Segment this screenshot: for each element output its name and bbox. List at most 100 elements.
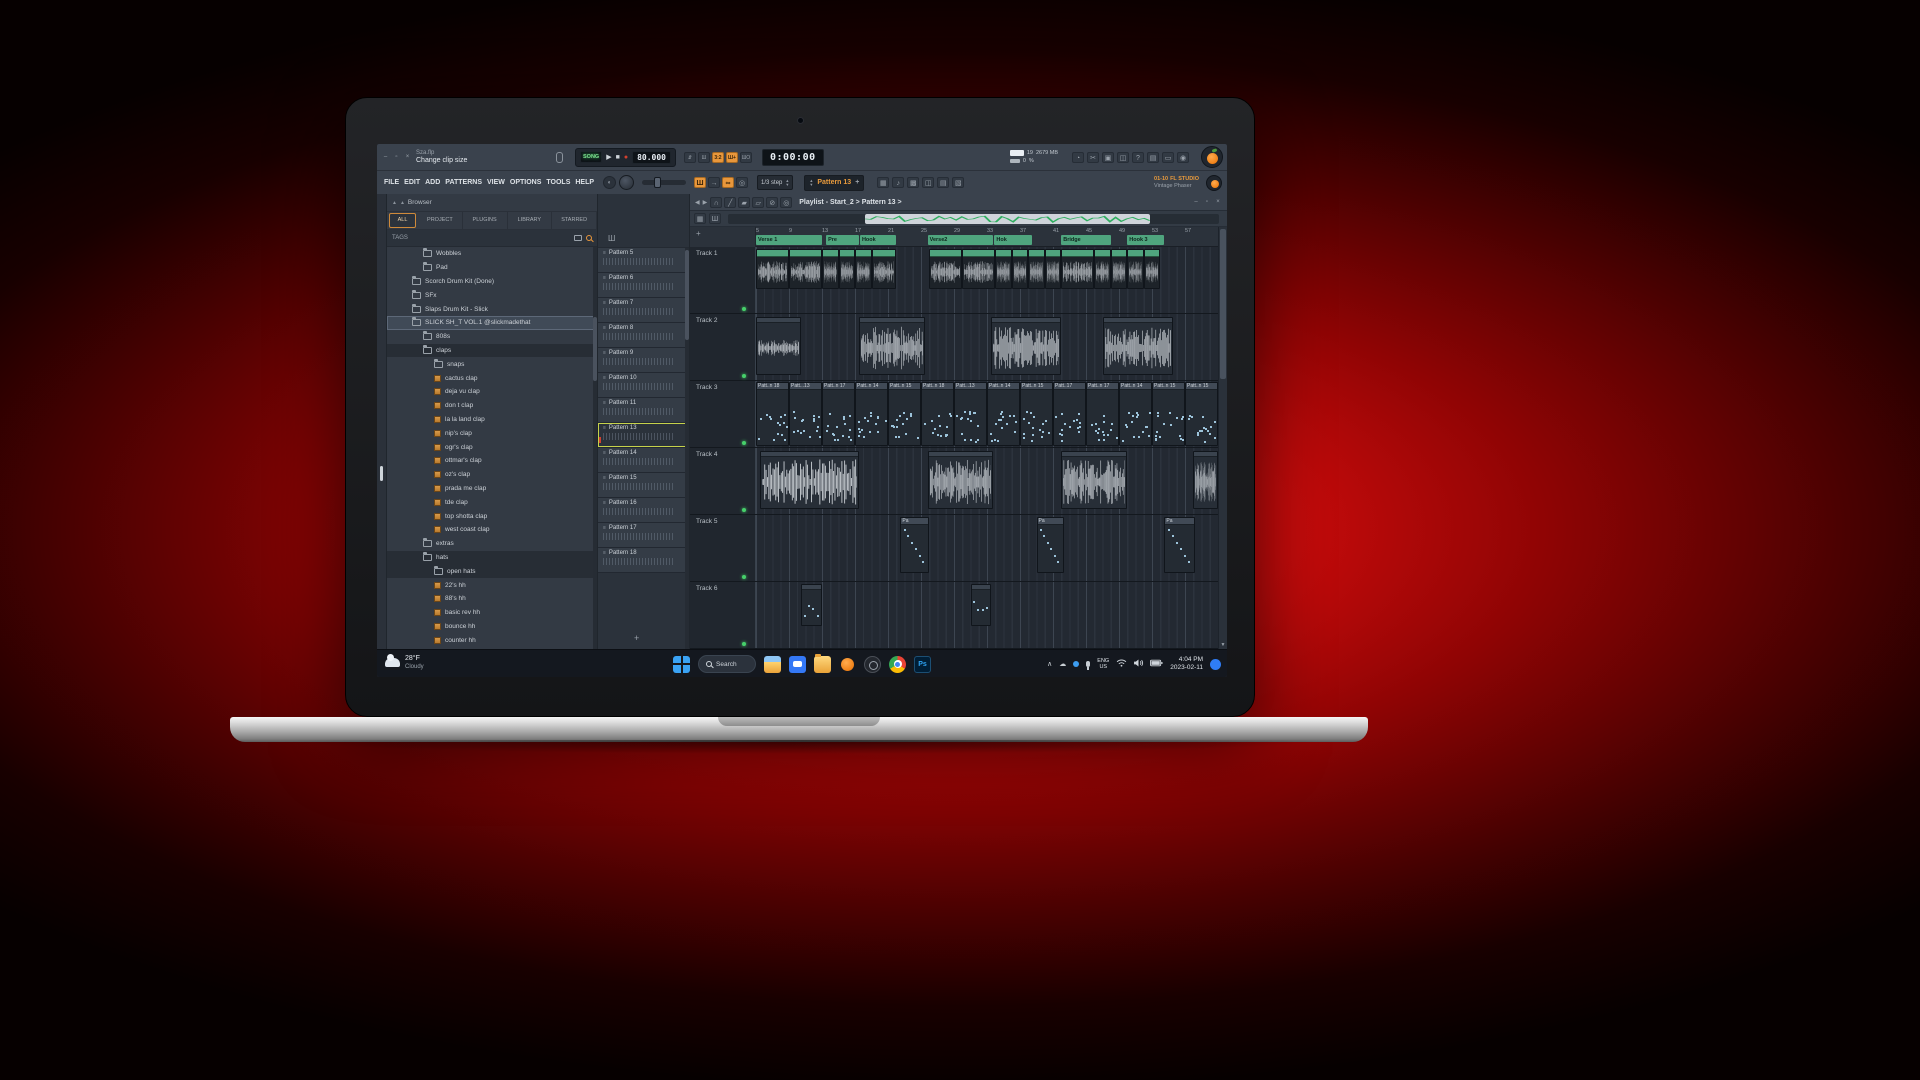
stop-button[interactable]: ■	[616, 154, 620, 161]
clip-green[interactable]	[872, 249, 897, 289]
folder-item[interactable]: SLICK SH_T VOL.1 @slickmadethat	[387, 316, 597, 330]
song-mode-toggle[interactable]: SONG	[580, 151, 602, 163]
track-lane[interactable]: Patt..n 18Patt...13Patt..n 17Patt..n 14P…	[756, 381, 1218, 447]
clip-midi[interactable]: Patt..17	[1053, 382, 1086, 446]
clip-midi-stairs[interactable]: Pa	[1037, 517, 1064, 573]
file-item[interactable]: basic rev hh	[387, 606, 597, 620]
maximize-button[interactable]: ▫	[1203, 199, 1211, 205]
section-marker[interactable]: Verse 1	[756, 235, 822, 245]
browser-view-icon[interactable]: ▤	[937, 177, 949, 188]
pattern-row[interactable]: ≡Pattern 7	[598, 298, 689, 323]
pattern-row[interactable]: ≡Pattern 6	[598, 273, 689, 298]
slider-thumb[interactable]	[654, 177, 661, 188]
bluetooth-icon[interactable]	[1073, 661, 1079, 667]
clip-green[interactable]	[1111, 249, 1128, 289]
folder-filter-icon[interactable]	[574, 235, 582, 241]
file-item[interactable]: don t clap	[387, 399, 597, 413]
file-item[interactable]: prada me clap	[387, 482, 597, 496]
clip-audio[interactable]	[859, 317, 925, 375]
expand-icon[interactable]: ▲	[400, 200, 405, 206]
clip-green[interactable]	[756, 249, 789, 289]
chevron-down-icon[interactable]: ▲▼	[785, 179, 789, 187]
language-switcher[interactable]: ENG US	[1097, 658, 1109, 670]
metronome-button[interactable]: 3:2	[712, 152, 724, 163]
clip-green[interactable]	[1045, 249, 1062, 289]
play-button[interactable]: ▶	[606, 153, 611, 161]
track-header[interactable]: Track 3	[690, 381, 756, 447]
clip-audio[interactable]	[1193, 451, 1218, 509]
history-icon[interactable]: ◔	[1072, 152, 1084, 163]
clip-midi-stairs[interactable]: Pa	[1164, 517, 1195, 573]
menu-tools[interactable]: TOOLS	[544, 179, 572, 186]
scroll-lock-button[interactable]: ⇵	[684, 152, 696, 163]
record-button[interactable]: ●	[624, 154, 628, 161]
pattern-scrollbar[interactable]	[685, 248, 689, 649]
file-item[interactable]: bounce hh	[387, 620, 597, 634]
tab-starred[interactable]: STARRED	[552, 212, 597, 229]
timeline-ruler[interactable]: 5913172125293337414549535761Verse 1PreHo…	[756, 227, 1218, 247]
section-marker[interactable]: Hook	[860, 235, 896, 245]
onedrive-icon[interactable]: ☁	[1059, 660, 1066, 668]
search-icon[interactable]	[586, 235, 592, 241]
notification-badge[interactable]	[1210, 659, 1221, 670]
pattern-row[interactable]: ≡Pattern 18	[598, 548, 689, 573]
battery-icon[interactable]	[1150, 659, 1163, 669]
file-item[interactable]: cactus clap	[387, 371, 597, 385]
chevron-up-icon[interactable]: ∧	[1047, 660, 1052, 668]
clip-green[interactable]	[1144, 249, 1161, 289]
pattern-row[interactable]: ≡Pattern 16	[598, 498, 689, 523]
scrollbar-thumb[interactable]	[685, 250, 689, 340]
track-lane[interactable]: PaPaPa	[756, 515, 1218, 581]
file-item[interactable]: top shotta clap	[387, 509, 597, 523]
pattern-row[interactable]: ≡Pattern 14	[598, 448, 689, 473]
add-pattern-quick-button[interactable]: +	[855, 179, 859, 186]
clip-midi[interactable]: Patt..n 17	[822, 382, 855, 446]
link-icon[interactable]: ∞	[722, 177, 734, 188]
cut-icon[interactable]: ✂	[1087, 152, 1099, 163]
clip-midi-sparse[interactable]	[971, 584, 992, 626]
minimize-button[interactable]: –	[381, 153, 390, 162]
menu-patterns[interactable]: PATTERNS	[443, 179, 484, 186]
file-item[interactable]: la la land clap	[387, 413, 597, 427]
track-led-icon[interactable]	[742, 374, 746, 378]
folder-item[interactable]: Pad	[387, 261, 597, 275]
clip-green[interactable]	[1094, 249, 1111, 289]
close-button[interactable]: ×	[1214, 199, 1222, 205]
clip-green[interactable]	[1127, 249, 1144, 289]
clock[interactable]: 4:04 PM 2023-02-11	[1170, 656, 1203, 672]
recorder-icon[interactable]	[864, 656, 881, 673]
paste-icon[interactable]: ◫	[1117, 152, 1129, 163]
clip-audio[interactable]	[1061, 451, 1127, 509]
menu-edit[interactable]: EDIT	[402, 179, 422, 186]
folder-item[interactable]: Scorch Drum Kit (Done)	[387, 275, 597, 289]
pattern-menu-icon[interactable]: ≡	[603, 350, 606, 356]
scrollbar-thumb[interactable]	[1220, 229, 1226, 379]
step-grid-button[interactable]: Ш	[698, 152, 710, 163]
tempo-tap-button[interactable]: ◐	[603, 176, 616, 189]
folder-item[interactable]: claps	[387, 344, 597, 358]
pencil-icon[interactable]: ╱	[724, 197, 736, 208]
folder-item[interactable]: snaps	[387, 357, 597, 371]
pattern-row[interactable]: ≡Pattern 9	[598, 348, 689, 373]
file-item[interactable]: nip's clap	[387, 426, 597, 440]
photoshop-icon[interactable]: Ps	[914, 656, 931, 673]
clip-midi[interactable]: Patt...13	[954, 382, 987, 446]
wifi-icon[interactable]	[1116, 659, 1127, 669]
step-sequencer-icon[interactable]: ▩	[907, 177, 919, 188]
wait-input-button[interactable]: Ш+	[726, 152, 738, 163]
pattern-row[interactable]: ≡Pattern 5	[598, 248, 689, 273]
vertical-scrollbar[interactable]: ▼	[1218, 227, 1227, 649]
clip-midi[interactable]: Patt..n 15	[888, 382, 921, 446]
file-item[interactable]: ottmar's clap	[387, 454, 597, 468]
clip-midi[interactable]: Patt..n 14	[987, 382, 1020, 446]
clip-green[interactable]	[962, 249, 995, 289]
folder-item[interactable]: 808s	[387, 330, 597, 344]
clip-midi[interactable]: Patt...13	[789, 382, 822, 446]
touch-controller-icon[interactable]: ▭	[1162, 152, 1174, 163]
clip-audio[interactable]	[1103, 317, 1173, 375]
next-icon[interactable]: ▶	[703, 199, 708, 206]
scrollbar-thumb[interactable]	[593, 317, 597, 381]
tab-project[interactable]: PROJECT	[418, 212, 463, 229]
overdub-button[interactable]: ШO	[740, 152, 752, 163]
pattern-menu-icon[interactable]: ≡	[603, 400, 606, 406]
